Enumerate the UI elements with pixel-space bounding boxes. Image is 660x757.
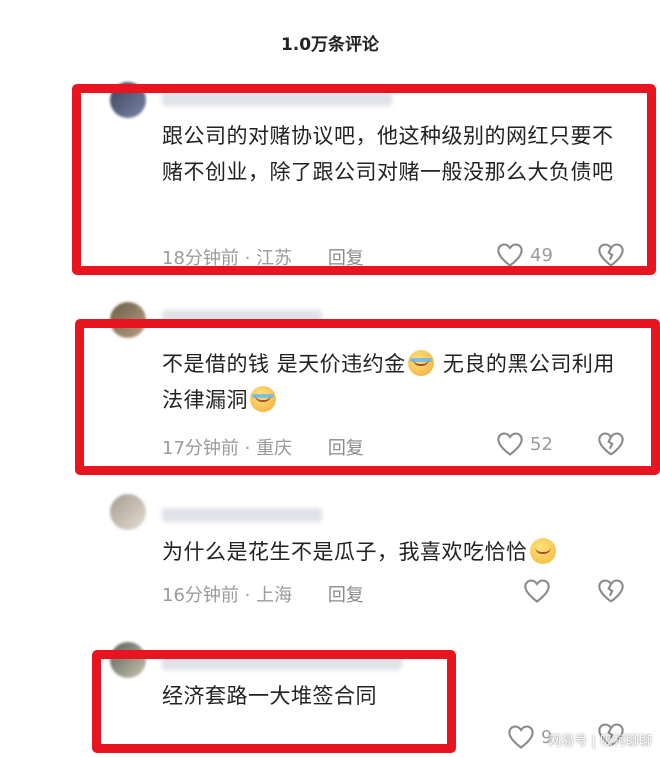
- time-location: 18分钟前 · 江苏: [162, 248, 293, 269]
- time-location: 16分钟前 · 上海: [162, 585, 293, 606]
- comment-text: 经济套路一大堆签合同: [162, 684, 377, 708]
- crying-laughing-emoji-icon: [407, 350, 434, 376]
- reply-button[interactable]: 回复: [328, 248, 364, 269]
- like-button[interactable]: 49: [496, 242, 553, 268]
- heart-icon: [496, 431, 524, 457]
- broken-heart-icon: [597, 431, 625, 457]
- watermark: 网易号 | 吸柯聊聊: [548, 734, 652, 749]
- comment-meta: 18分钟前 · 江苏 回复: [162, 244, 364, 270]
- like-count: 49: [530, 244, 553, 266]
- like-button[interactable]: [523, 578, 551, 604]
- avatar[interactable]: [110, 642, 146, 678]
- broken-heart-icon: [597, 242, 625, 268]
- drooling-emoji-icon: [529, 538, 556, 564]
- comment-meta: 16分钟前 · 上海 回复: [162, 581, 364, 607]
- heart-icon: [496, 242, 524, 268]
- dislike-button[interactable]: [597, 431, 625, 457]
- comment-text-part-1: 不是借的钱 是天价违约金: [162, 352, 406, 376]
- heart-icon: [507, 724, 535, 750]
- dislike-button[interactable]: [597, 242, 625, 268]
- dislike-button[interactable]: [597, 578, 625, 604]
- username-blurred[interactable]: [162, 92, 392, 106]
- avatar[interactable]: [110, 494, 146, 530]
- comment-meta: 17分钟前 · 重庆 回复: [162, 434, 364, 460]
- username-blurred[interactable]: [162, 508, 322, 522]
- reply-button[interactable]: 回复: [328, 438, 364, 459]
- comment-text: 跟公司的对赌协议吧，他这种级别的网红只要不赌不创业，除了跟公司对赌一般没那么大负…: [162, 124, 614, 184]
- username-blurred[interactable]: [162, 656, 402, 670]
- like-count: 52: [530, 433, 553, 455]
- time-location: 17分钟前 · 重庆: [162, 438, 293, 459]
- comment-text: 为什么是花生不是瓜子，我喜欢吃恰恰: [162, 534, 632, 570]
- avatar[interactable]: [110, 82, 146, 118]
- avatar[interactable]: [110, 302, 146, 338]
- like-button[interactable]: 52: [496, 431, 553, 457]
- username-blurred[interactable]: [162, 310, 322, 324]
- heart-icon: [523, 578, 551, 604]
- like-button[interactable]: 9: [507, 724, 552, 750]
- comments-count-title: 1.0万条评论: [280, 35, 380, 55]
- crying-laughing-emoji-icon: [250, 386, 276, 412]
- reply-button[interactable]: 回复: [328, 585, 364, 606]
- comment-text-main: 为什么是花生不是瓜子，我喜欢吃恰恰: [162, 540, 528, 564]
- broken-heart-icon: [597, 578, 625, 604]
- comment-text: 不是借的钱 是天价违约金 无良的黑公司利用法律漏洞: [162, 346, 632, 418]
